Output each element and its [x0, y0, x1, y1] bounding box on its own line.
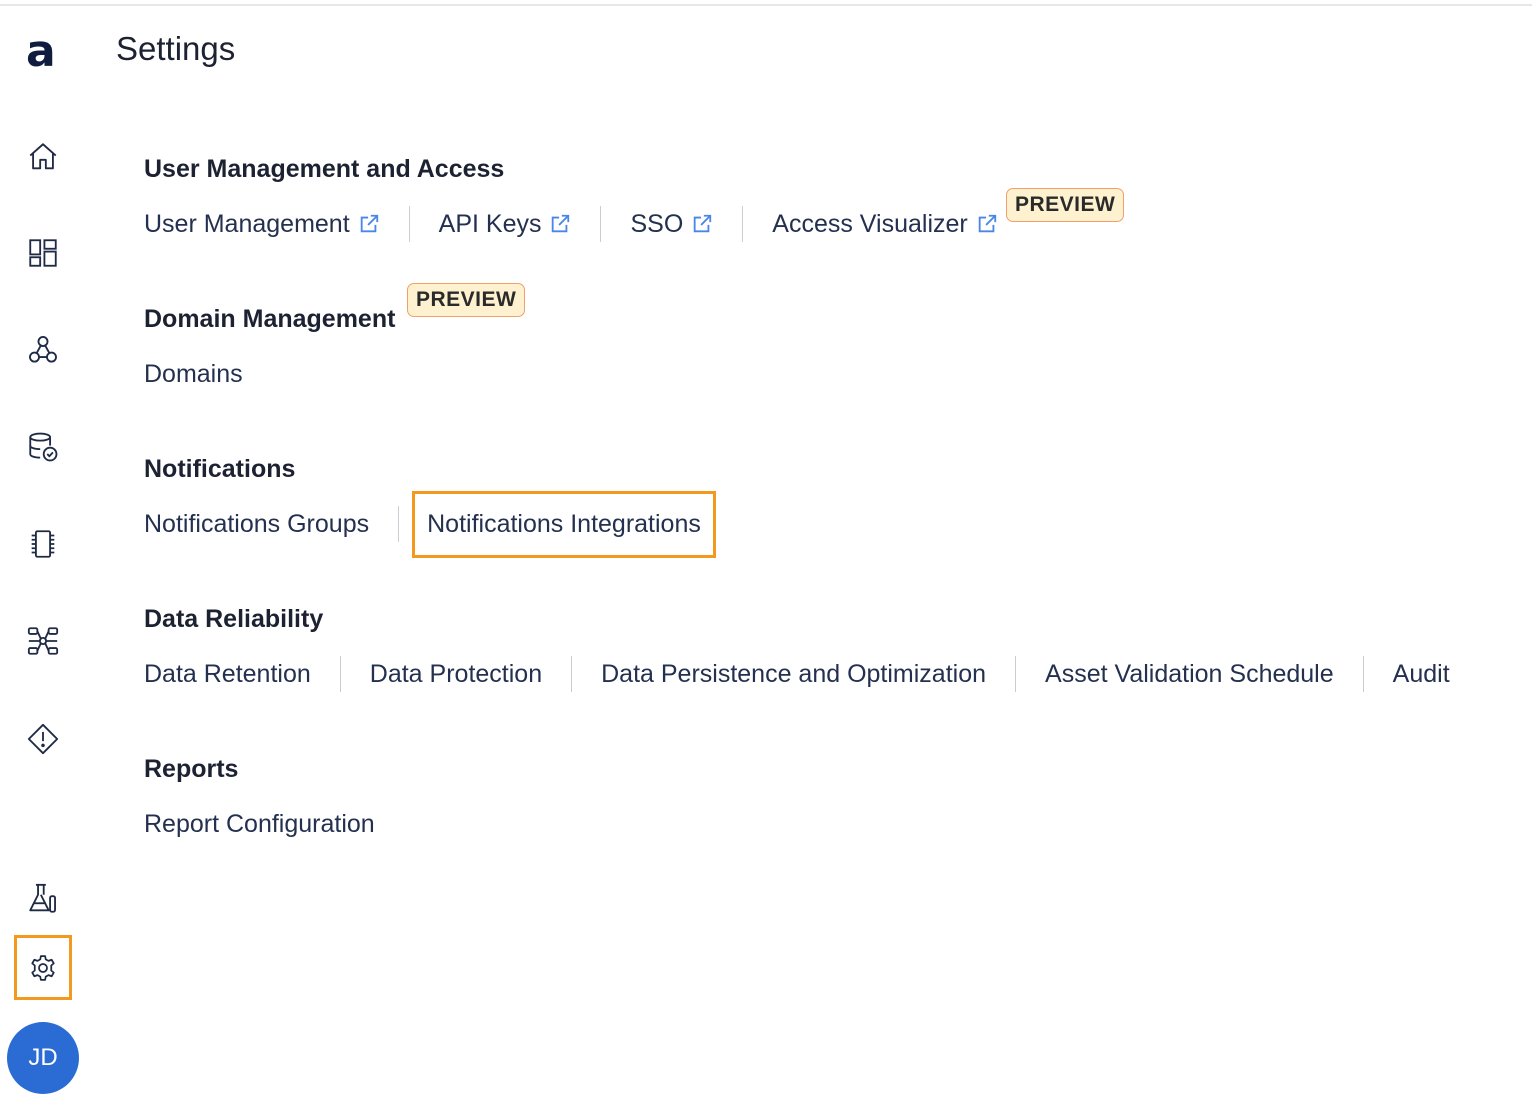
- preview-badge-access-visualizer: PREVIEW: [1006, 188, 1125, 222]
- database-check-icon[interactable]: [24, 428, 62, 466]
- access-visualizer-link[interactable]: Access Visualizer: [772, 210, 997, 239]
- sso-label: SSO: [630, 209, 684, 238]
- api-keys-label: API Keys: [438, 209, 542, 238]
- external-link-icon: [552, 214, 570, 233]
- external-link-icon: [978, 214, 996, 233]
- section-title-reports: Reports: [144, 755, 239, 783]
- notifications-groups-link[interactable]: Notifications Groups: [144, 510, 369, 539]
- home-icon[interactable]: [24, 138, 62, 176]
- section-title-domain-management: Domain Management: [144, 305, 396, 333]
- data-protection-link[interactable]: Data Protection: [370, 660, 542, 689]
- chip-icon[interactable]: [24, 525, 62, 563]
- divider: [742, 206, 744, 242]
- sso-link[interactable]: SSO: [630, 210, 713, 239]
- divider: [571, 656, 573, 692]
- divider: [1015, 656, 1017, 692]
- api-keys-link[interactable]: API Keys: [439, 210, 572, 239]
- audit-link[interactable]: Audit: [1393, 660, 1450, 689]
- section-title-notifications: Notifications: [144, 455, 296, 483]
- flask-icon[interactable]: [24, 880, 62, 918]
- alert-diamond-icon[interactable]: [24, 720, 62, 758]
- top-divider: [0, 4, 1532, 6]
- divider: [1362, 656, 1364, 692]
- pipeline-icon[interactable]: [24, 622, 62, 660]
- asset-validation-schedule-link[interactable]: Asset Validation Schedule: [1045, 660, 1334, 689]
- dashboard-icon[interactable]: [24, 234, 62, 272]
- network-icon[interactable]: [24, 331, 62, 369]
- user-management-label: User Management: [144, 209, 350, 238]
- external-link-icon: [694, 214, 712, 233]
- section-title-user-management: User Management and Access: [144, 155, 505, 183]
- notifications-links: Notifications Groups Notifications Integ…: [144, 490, 716, 558]
- domain-management-links: Domains: [144, 354, 243, 394]
- user-management-link[interactable]: User Management: [144, 210, 380, 239]
- divider: [408, 206, 410, 242]
- gear-icon[interactable]: [14, 935, 72, 1000]
- data-retention-link[interactable]: Data Retention: [144, 660, 311, 689]
- user-management-links: User Management API Keys SSO Access Visu…: [144, 204, 998, 244]
- domains-link[interactable]: Domains: [144, 360, 243, 389]
- preview-badge-domain-management: PREVIEW: [407, 283, 526, 317]
- section-title-data-reliability: Data Reliability: [144, 605, 324, 633]
- user-avatar[interactable]: JD: [7, 1022, 79, 1094]
- app-logo[interactable]: a: [26, 30, 56, 74]
- divider: [600, 206, 602, 242]
- divider: [398, 506, 400, 542]
- access-visualizer-label: Access Visualizer: [772, 209, 968, 238]
- reports-links: Report Configuration: [144, 804, 375, 844]
- data-persistence-link[interactable]: Data Persistence and Optimization: [601, 660, 986, 689]
- report-configuration-link[interactable]: Report Configuration: [144, 810, 375, 839]
- divider: [339, 656, 341, 692]
- page-title: Settings: [116, 30, 236, 67]
- notifications-integrations-link[interactable]: Notifications Integrations: [412, 490, 716, 558]
- sidebar: a JD: [0, 0, 86, 1094]
- external-link-icon: [360, 214, 378, 233]
- data-reliability-links: Data Retention Data Protection Data Pers…: [144, 654, 1450, 694]
